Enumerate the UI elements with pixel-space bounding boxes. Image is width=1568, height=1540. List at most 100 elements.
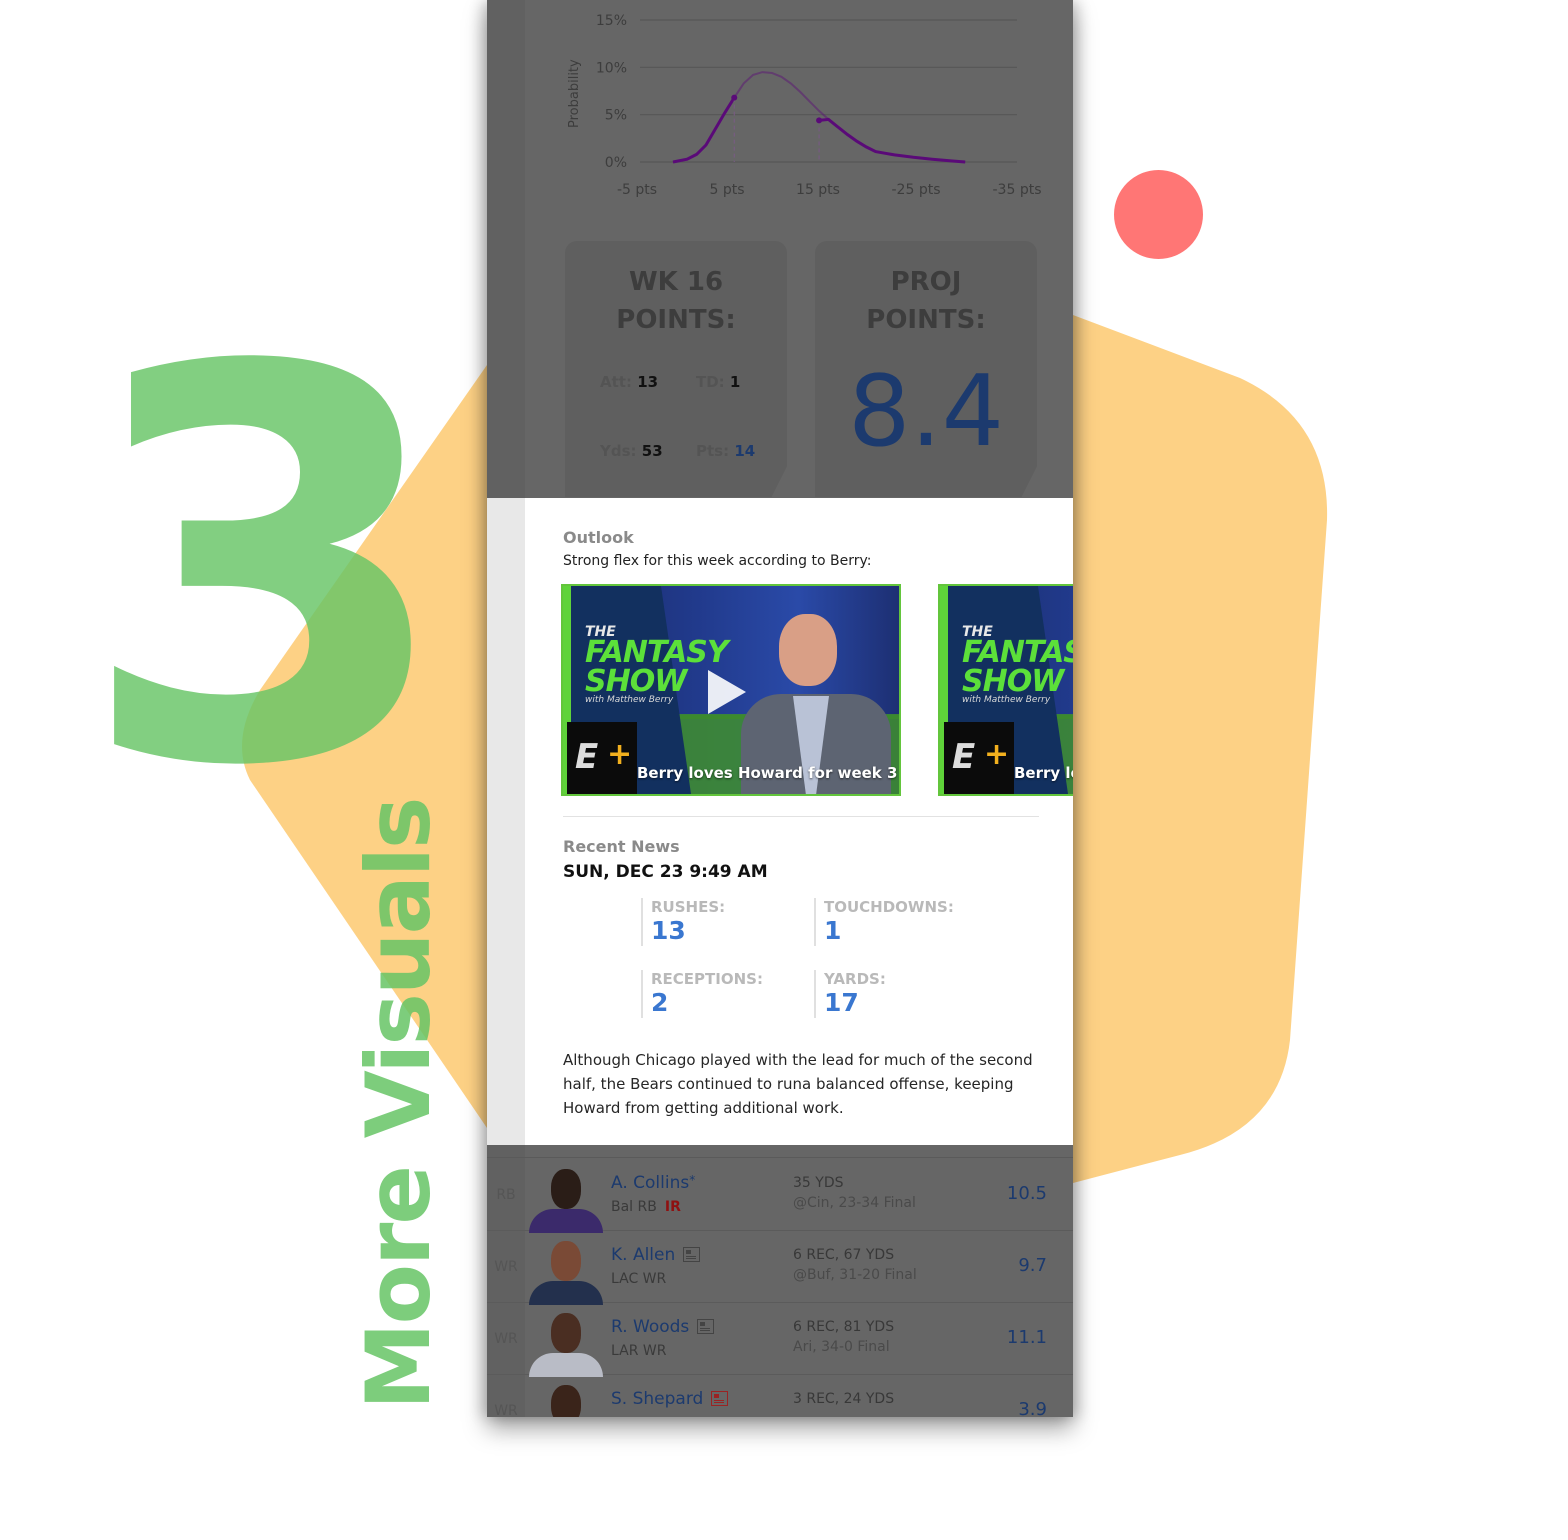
show-logo: THE FANTASY SHOW with Matthew Berry xyxy=(585,625,729,706)
outlook-heading: Outlook xyxy=(563,528,634,547)
team-position: Bal RB xyxy=(611,1199,657,1215)
news-stat-value: 1 xyxy=(824,916,842,945)
series-line-left xyxy=(672,96,736,164)
position-label: WR xyxy=(494,1403,518,1417)
player-stat-line: 3 REC, 24 YDS xyxy=(793,1391,895,1407)
newspaper-icon[interactable] xyxy=(697,1319,715,1334)
stat-value: 1 xyxy=(729,373,741,391)
team-position: LAR WR xyxy=(611,1343,667,1359)
outlook-text: Strong flex for this week according to B… xyxy=(563,553,872,569)
news-stat-label: TOUCHDOWNS: xyxy=(824,898,954,916)
x-tick-label: -35 pts xyxy=(993,182,1042,198)
points-cards-section: WK 16 POINTS: Att: 13 TD: 1 Yds: 53 Pts:… xyxy=(487,230,1073,498)
news-stat-touchdowns: TOUCHDOWNS: 1 xyxy=(814,898,954,946)
roster-row[interactable]: WR R. Woods LAR WR 6 REC, 81 YDS Ari, 34… xyxy=(487,1303,1073,1377)
stat-label: Pts: xyxy=(696,442,730,460)
stat-touchdowns: TD: 1 xyxy=(696,373,740,391)
player-name-link[interactable]: S. Shepard xyxy=(611,1389,729,1409)
player-name: A. Collins xyxy=(611,1173,690,1193)
news-stat-value: 13 xyxy=(651,916,686,945)
y-tick-label: 5% xyxy=(605,108,627,124)
stat-label: TD: xyxy=(696,373,725,391)
player-stat-line: 35 YDS xyxy=(793,1175,844,1191)
news-stat-yards: YARDS: 17 xyxy=(814,970,886,1018)
video-card[interactable]: THE FANTASY SHOW with Matthew Berry E + … xyxy=(938,584,1073,796)
player-name-link[interactable]: K. Allen xyxy=(611,1245,701,1265)
player-name: S. Shepard xyxy=(611,1389,704,1409)
news-date: SUN, DEC 23 9:49 AM xyxy=(563,862,768,882)
player-avatar xyxy=(529,1385,599,1417)
video-card[interactable]: THE FANTASY SHOW with Matthew Berry E + … xyxy=(561,584,901,796)
marker-point xyxy=(816,117,823,124)
player-avatar xyxy=(529,1241,603,1305)
x-tick-label: 5 pts xyxy=(709,182,744,198)
series-line-right xyxy=(818,117,966,164)
player-game-line: @Buf, 31-20 Final xyxy=(793,1267,917,1283)
recent-news-heading: Recent News xyxy=(563,837,680,856)
left-gutter xyxy=(487,230,525,498)
player-avatar xyxy=(529,1169,603,1233)
player-stat-line: 6 REC, 81 YDS xyxy=(793,1319,895,1335)
player-points: 3.9 xyxy=(1018,1399,1047,1417)
news-stat-label: RECEPTIONS: xyxy=(651,970,763,988)
red-accent-dot xyxy=(1114,170,1203,259)
player-points: 10.5 xyxy=(1006,1183,1047,1204)
newspaper-icon[interactable] xyxy=(683,1247,701,1262)
marker-point xyxy=(731,94,738,101)
probability-chart-section: 0% 5% 10% 15% -5 pts 5 pts 15 pts -25 pts -35 p… xyxy=(487,0,1073,230)
news-stat-value: 17 xyxy=(824,988,859,1017)
espn-e-glyph: E xyxy=(952,737,976,777)
position-label: WR xyxy=(494,1258,518,1275)
projected-points-card: PROJ POINTS: 8.4 xyxy=(815,241,1037,497)
player-stat-line: 6 REC, 67 YDS xyxy=(793,1247,895,1263)
show-logo-line2: SHOW xyxy=(585,663,687,699)
news-body: Although Chicago played with the lead fo… xyxy=(563,1051,1033,1117)
x-tick-label: 15 pts xyxy=(796,182,840,198)
x-tick-label: -25 pts xyxy=(892,182,941,198)
stat-value: 14 xyxy=(734,442,756,460)
app-screenshot: 0% 5% 10% 15% -5 pts 5 pts 15 pts -25 pts -35 p… xyxy=(487,0,1073,1417)
news-stat-value: 2 xyxy=(651,988,669,1017)
week-points-title-line1: WK 16 xyxy=(628,267,724,297)
projected-title-line2: POINTS: xyxy=(866,305,986,335)
step-number: 3 xyxy=(78,256,454,884)
stat-points: Pts: 14 xyxy=(696,442,755,460)
espn-e-glyph: E xyxy=(575,737,599,777)
left-gutter xyxy=(487,498,525,1145)
video-caption: Berry loves Howard for week 3 xyxy=(637,764,898,782)
stat-yards: Yds: 53 xyxy=(600,442,663,460)
player-avatar xyxy=(529,1313,603,1377)
roster-row[interactable]: WR S. Shepard 3 REC, 24 YDS 3.9 xyxy=(487,1375,1073,1417)
x-tick-label: -5 pts xyxy=(617,182,657,198)
stat-label: Yds: xyxy=(600,442,637,460)
news-stat-rushes: RUSHES: 13 xyxy=(641,898,725,946)
projected-points-value: 8.4 xyxy=(848,355,1004,469)
player-points: 11.1 xyxy=(1006,1327,1047,1348)
player-name: K. Allen xyxy=(611,1245,676,1265)
stat-value: 53 xyxy=(641,442,663,460)
probability-chart: 0% 5% 10% 15% -5 pts 5 pts 15 pts -25 pts -35 p… xyxy=(567,13,1042,198)
news-stat-receptions: RECEPTIONS: 2 xyxy=(641,970,763,1018)
espn-plus-logo: E + xyxy=(944,722,1014,794)
plus-icon: + xyxy=(607,737,633,772)
player-name: R. Woods xyxy=(611,1317,690,1337)
roster-row[interactable]: RB A. Collins* Bal RB IR 35 YDS @Cin, 23-… xyxy=(487,1159,1073,1233)
y-tick-label: 15% xyxy=(596,13,627,29)
y-tick-label: 0% xyxy=(605,155,627,171)
espn-plus-logo: E + xyxy=(567,722,637,794)
play-icon[interactable] xyxy=(708,670,746,714)
player-team: Bal RB IR xyxy=(611,1199,681,1215)
plus-icon: + xyxy=(984,737,1010,772)
stat-label: Att: xyxy=(600,373,632,391)
roster-row[interactable]: WR K. Allen LAC WR 6 REC, 67 YDS @Buf, 3… xyxy=(487,1231,1073,1305)
projected-title-line1: PROJ xyxy=(890,267,962,297)
player-name-link[interactable]: A. Collins* xyxy=(611,1173,695,1193)
video-caption: Berry loves Howard for week 3 xyxy=(1014,764,1073,782)
breaking-news-icon[interactable] xyxy=(711,1391,729,1406)
player-name-link[interactable]: R. Woods xyxy=(611,1317,715,1337)
show-logo-host: with Matthew Berry xyxy=(585,695,674,706)
week-points-card: WK 16 POINTS: Att: 13 TD: 1 Yds: 53 Pts:… xyxy=(565,241,787,497)
outlook-panel: Outlook Strong flex for this week accord… xyxy=(487,498,1073,1145)
week-points-title: WK 16 POINTS: xyxy=(565,263,787,339)
player-game-line: @Cin, 23-34 Final xyxy=(793,1195,916,1211)
